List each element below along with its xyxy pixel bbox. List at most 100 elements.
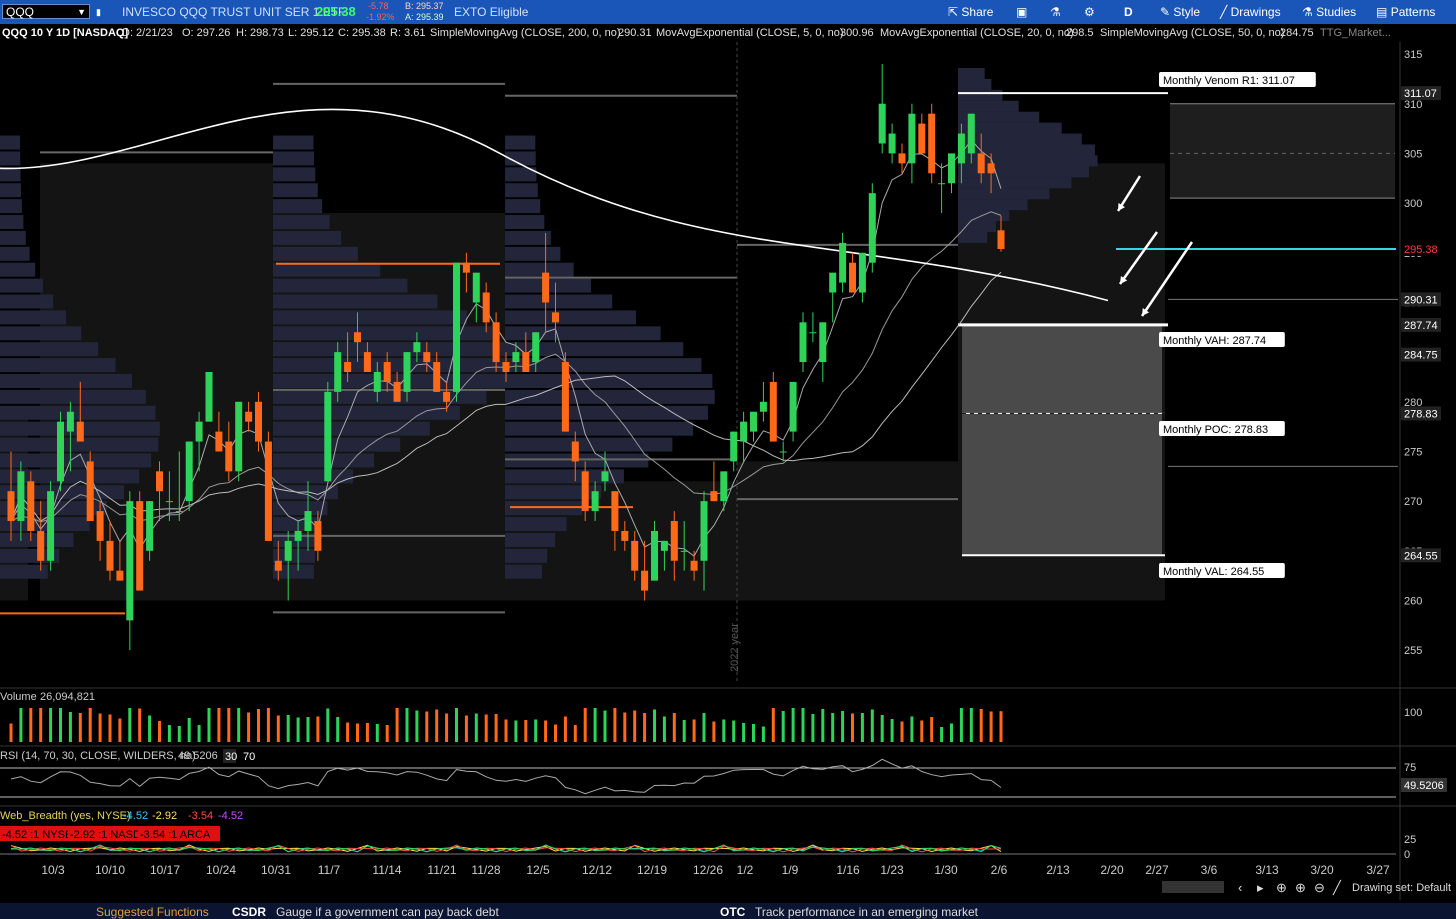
style-button[interactable]: ✎ Style (1160, 0, 1200, 24)
value-area-box (505, 481, 737, 601)
candle-body (621, 530, 629, 541)
breadth-value: -3.54 (188, 810, 213, 822)
rsi-level-low-bg (223, 749, 236, 763)
volume-profile-bar (0, 532, 74, 547)
arrow-head (1120, 276, 1128, 284)
volume-bar (276, 715, 280, 742)
arrow-head (1142, 308, 1150, 316)
volume-profile-bar (0, 278, 43, 293)
drawings-label: Drawings (1230, 5, 1281, 19)
candle-body (195, 421, 203, 442)
volume-profile-bar (505, 373, 713, 388)
candle-body (443, 391, 451, 402)
volume-bar (761, 726, 765, 742)
candle-body (274, 560, 282, 571)
volume-bar (326, 708, 330, 742)
ema20-label: MovAvgExponential (CLOSE, 20, 0, no) (880, 27, 1074, 39)
candle-body (750, 411, 757, 432)
volume-profile-bar (505, 405, 708, 420)
function-csdr[interactable]: CSDR (232, 903, 266, 919)
candle-body (344, 362, 352, 372)
chart-label: QQQ 10 Y 1D [NASDAQ] (2, 27, 129, 39)
volume-profile-bar (505, 485, 602, 500)
candle-body (146, 501, 154, 551)
timeframe-button[interactable]: D (1124, 0, 1133, 24)
volume-profile-bar (273, 421, 430, 436)
candle-body (868, 193, 876, 263)
drawing-set-label: Drawing set: Default (1352, 882, 1451, 894)
volume-bar (910, 716, 914, 742)
candle-body (948, 153, 955, 184)
price-chart[interactable]: 2022 year Monthly Venom R1: 311.07 Monthl… (0, 0, 1456, 903)
volume-bar (831, 713, 835, 742)
candle-body (552, 312, 559, 323)
alert-icon[interactable]: ! (0, 45, 12, 59)
drawings-button[interactable]: ╱ Drawings (1220, 0, 1281, 24)
zoom-control-icon: ⊕ (1295, 880, 1306, 895)
ema20-line (10, 211, 1002, 523)
scroll-thumb (1162, 881, 1224, 893)
date-tick-label: 1/23 (880, 863, 904, 877)
volume-profile-bar (505, 215, 545, 230)
volume-profile-bar (273, 532, 318, 547)
candle-body (453, 262, 460, 392)
price-tick-label: 265 (1404, 546, 1422, 558)
volume-profile-bar (958, 177, 1072, 189)
volume-profile-bar (0, 310, 67, 325)
ema5-label: MovAvgExponential (CLOSE, 5, 0, no) (656, 27, 844, 39)
volume-profile-bar (505, 421, 694, 436)
volume-profile-bar (958, 144, 1095, 156)
volume-bar (890, 719, 894, 742)
date-tick-label: 1/9 (782, 863, 799, 877)
volume-bar (415, 710, 419, 742)
studies-button[interactable]: ⚗ Studies (1302, 0, 1356, 24)
candle-body (57, 421, 64, 482)
candle-body (680, 550, 688, 552)
ttg-study-label: TTG_Market... (1320, 27, 1391, 39)
date-tick-label: 10/17 (150, 863, 180, 877)
volume-bar (712, 721, 716, 742)
volume-bar (603, 710, 607, 742)
candle-body (245, 411, 253, 422)
volume-value: 26,094,821 (40, 691, 95, 703)
annotation-label-bg (1159, 421, 1285, 436)
share-button[interactable]: ⇱ Share (948, 0, 993, 24)
volume-bar (39, 708, 43, 742)
price-label-bg (1401, 292, 1441, 307)
patterns-button[interactable]: ▤ Patterns (1376, 0, 1435, 24)
camera-icon[interactable]: ▣ (1016, 0, 1027, 24)
volume-bar (554, 724, 557, 742)
chevron-down-icon[interactable]: ▼ (77, 5, 86, 20)
gear-icon[interactable]: ⚙ (1084, 0, 1095, 24)
symbol-value: QQQ (6, 5, 35, 19)
flask-icon[interactable]: ⚗ (1050, 0, 1061, 24)
volume-bar (217, 708, 221, 742)
candle-body (977, 153, 985, 174)
volume-bar (207, 708, 211, 742)
volume-bar (950, 723, 953, 742)
price-panel-bg (0, 42, 1400, 683)
volume-bar (286, 715, 290, 742)
volume-profile-bar (958, 166, 1089, 178)
volume-profile-bar (0, 564, 48, 579)
volume-profile-bar (273, 564, 314, 579)
rsi-value: 49.5206 (178, 750, 218, 762)
volume-bar (445, 713, 449, 742)
volume-profile-bar (958, 199, 1028, 211)
volume-bar (88, 708, 92, 742)
annotation-label: Monthly VAH: 287.74 (1163, 335, 1266, 347)
candle-body (591, 491, 599, 512)
volume-profile-bar (273, 246, 358, 261)
candle-body (225, 441, 233, 472)
function-otc[interactable]: OTC (720, 903, 745, 919)
volume-profile-bar (0, 183, 22, 198)
link-icon[interactable]: ▮ (96, 0, 101, 24)
volume-bar (781, 711, 785, 742)
volume-bar (811, 714, 815, 742)
candle-body (96, 511, 104, 541)
symbol-input[interactable]: QQQ ▼ (2, 4, 90, 19)
volume-bar (187, 718, 191, 742)
candle-body (660, 540, 668, 551)
price-tick-label: 280 (1404, 397, 1422, 409)
exto-label: EXTO Eligible (454, 5, 529, 19)
